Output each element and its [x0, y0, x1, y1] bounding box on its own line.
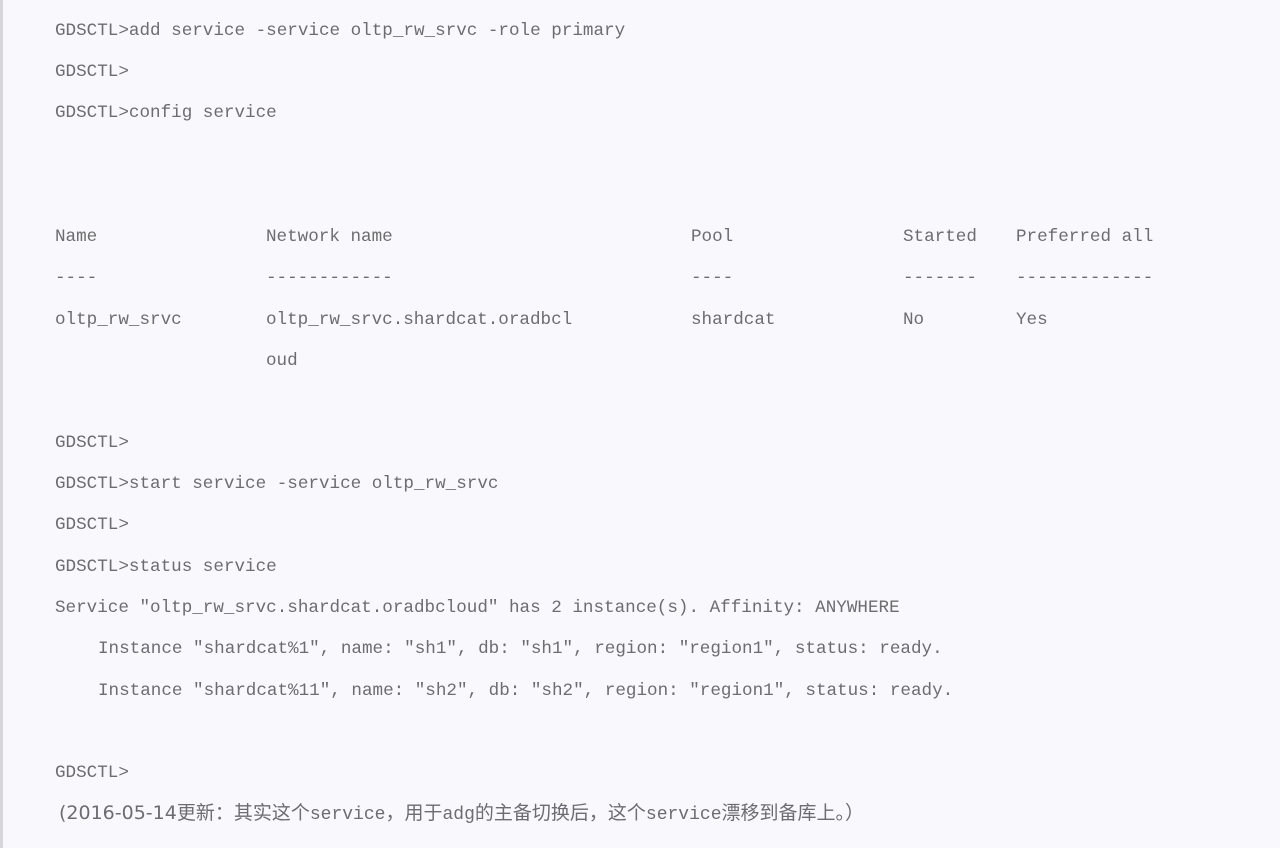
status-instance: Instance "shardcat%1", name: "sh1", db: …: [98, 639, 943, 659]
command-add-service: GDSCTL>add service -service oltp_rw_srvc…: [55, 21, 626, 41]
command-start-service: GDSCTL>start service -service oltp_rw_sr…: [55, 474, 499, 494]
note-code: service: [645, 805, 722, 825]
table-separator: ----: [691, 268, 734, 288]
table-header-name: Name: [55, 227, 98, 247]
table-separator: -------------: [1016, 268, 1154, 288]
note-text: ，用于: [385, 802, 443, 824]
table-header-network-name: Network name: [266, 227, 393, 247]
note-text: 漂移到备库上。）: [721, 802, 865, 824]
table-separator: -------: [903, 268, 977, 288]
table-cell-preferred-all: Yes: [1016, 310, 1048, 330]
code-block: GDSCTL>add service -service oltp_rw_srvc…: [0, 0, 1280, 848]
note-code: adg: [442, 805, 475, 825]
command-status-service: GDSCTL>status service: [55, 557, 277, 577]
table-header-preferred-all: Preferred all: [1016, 227, 1154, 247]
table-cell-name: oltp_rw_srvc: [55, 310, 182, 330]
table-header-pool: Pool: [691, 227, 734, 247]
command-config-service: GDSCTL>config service: [55, 103, 277, 123]
prompt-line: GDSCTL>: [55, 515, 129, 535]
table-cell-started: No: [903, 310, 925, 330]
update-note: (2016-05-14更新：其实这个service，用于adg的主备切换后，这个…: [59, 798, 864, 828]
status-summary: Service "oltp_rw_srvc.shardcat.oradbclou…: [55, 598, 900, 618]
note-code: service: [309, 805, 386, 825]
table-separator: ------------: [266, 268, 393, 288]
table-separator: ----: [55, 268, 98, 288]
table-cell-network-name: oltp_rw_srvc.shardcat.oradbcl: [266, 310, 573, 330]
table-cell-network-name-wrap: oud: [266, 351, 298, 371]
prompt-line: GDSCTL>: [55, 62, 129, 82]
note-text: 的主备切换后，这个: [474, 802, 646, 824]
table-header-started: Started: [903, 227, 977, 247]
table-cell-pool: shardcat: [691, 310, 776, 330]
status-instance: Instance "shardcat%11", name: "sh2", db:…: [98, 681, 954, 701]
prompt-line: GDSCTL>: [55, 433, 129, 453]
prompt-line: GDSCTL>: [55, 763, 129, 783]
note-text: (2016-05-14更新：其实这个: [59, 802, 310, 824]
